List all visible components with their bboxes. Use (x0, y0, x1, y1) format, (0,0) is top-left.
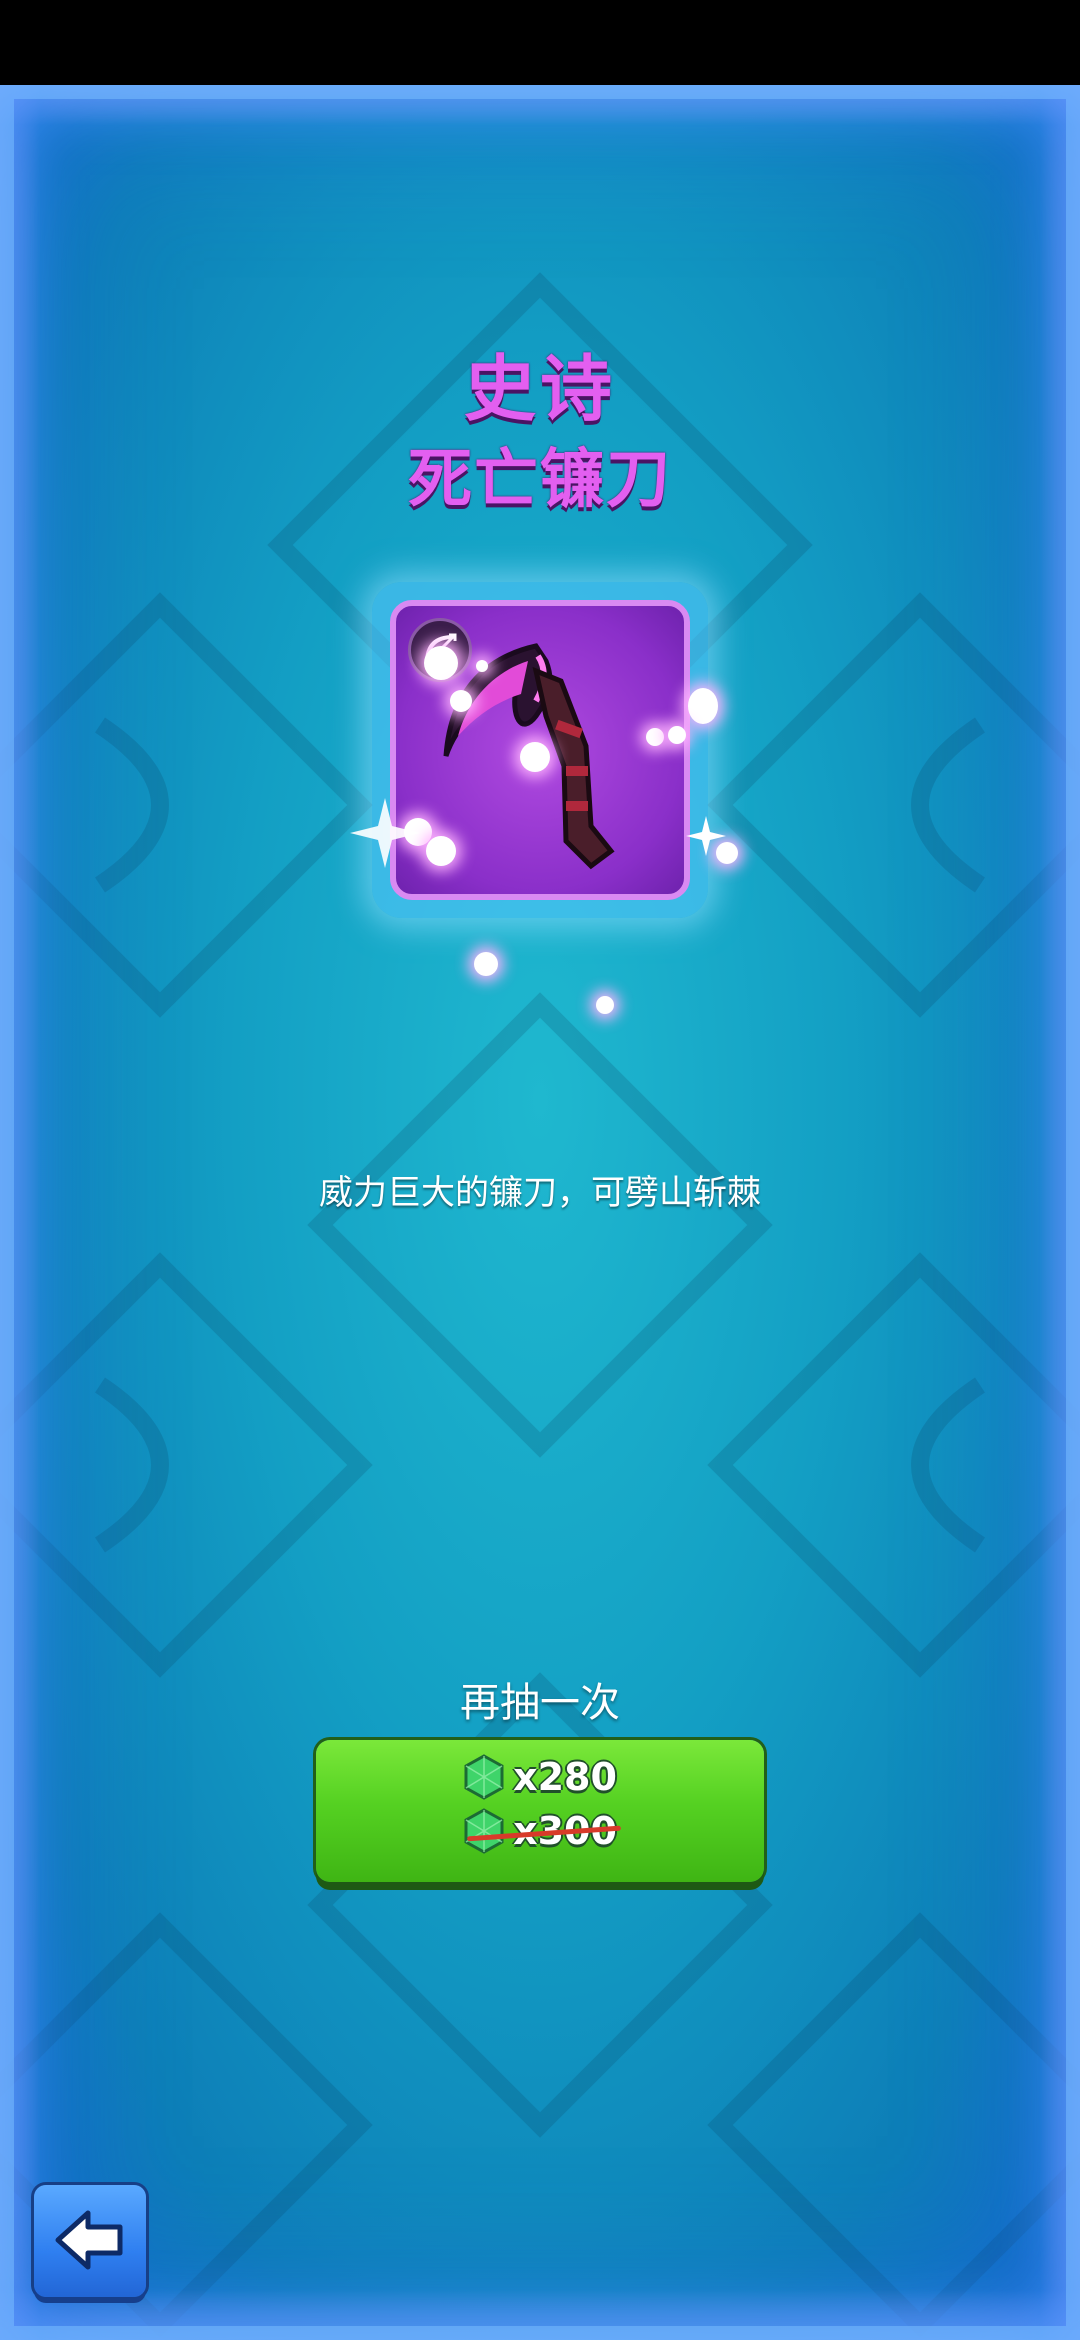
sparkle (596, 996, 614, 1014)
frame-glow-top (0, 85, 1080, 125)
sparkle (646, 728, 664, 746)
rarity-title: 史诗 (463, 347, 616, 431)
status-bar (0, 0, 1080, 85)
current-price-row: x280 (316, 1754, 764, 1800)
original-price: x300 (467, 1809, 621, 1853)
retry-label: 再抽一次 (460, 1680, 620, 1726)
sparkle (424, 646, 458, 680)
original-price-row: x300 (316, 1808, 764, 1854)
sparkle (520, 742, 550, 772)
sparkle (450, 690, 472, 712)
sparkle (476, 660, 488, 672)
star-sparkle-icon (350, 798, 420, 868)
sparkle (688, 688, 718, 724)
green-gem-icon (464, 1754, 504, 1800)
frame-glow-bottom (0, 2290, 1080, 2340)
draw-again-button[interactable]: x280 x300 (316, 1740, 764, 1882)
sparkle (426, 836, 456, 866)
current-price: x280 (513, 1755, 617, 1799)
back-arrow-icon (55, 2210, 123, 2270)
sparkle (474, 952, 498, 976)
screen: 史诗 死亡镰刀 威力巨大的镰刀，可劈山斩棘 再抽一次 x280 x300 (0, 0, 1080, 2340)
back-button[interactable] (34, 2185, 146, 2297)
sparkle (668, 726, 686, 744)
star-sparkle-icon (686, 816, 726, 856)
item-description: 威力巨大的镰刀，可劈山斩棘 (319, 1173, 761, 1213)
item-name: 死亡镰刀 (408, 443, 672, 517)
green-gem-icon (464, 1808, 504, 1854)
